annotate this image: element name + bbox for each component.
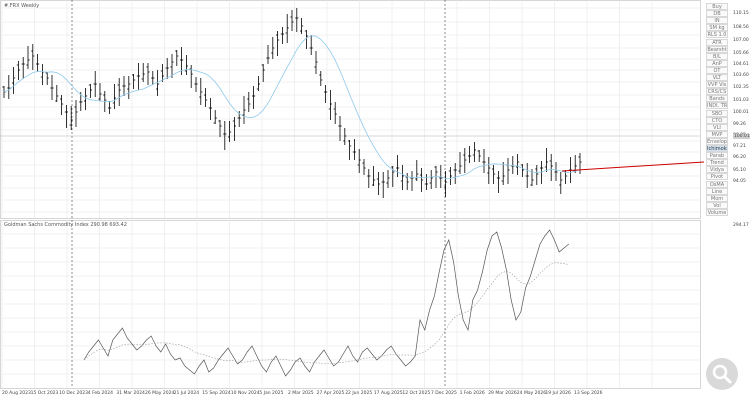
time-axis-label: 31 Mar 2024 [116, 391, 145, 396]
indicator-button[interactable]: OT [706, 66, 728, 74]
time-axis-label: 19 Jul 2026 [545, 391, 571, 396]
price-scale-label: 95.10 [733, 168, 746, 173]
indicator-button[interactable]: VLI [706, 123, 728, 131]
time-axis-label: 22 Jun 2025 [345, 391, 373, 396]
indicator-scale-label: 294.17 [733, 223, 749, 228]
time-axis-label: 10 Dec 2023 [59, 391, 88, 396]
indicator-button[interactable]: Ichimoku [706, 145, 728, 152]
commodity-index-line [83, 229, 570, 377]
indicator-button[interactable]: CRS/CS [706, 88, 728, 96]
indicator-button[interactable]: Parab [706, 152, 728, 160]
indicator-button[interactable]: Mom [706, 194, 728, 202]
time-axis-label: 13 Sep 2026 [574, 391, 603, 396]
commodity-index-signal-line [83, 262, 569, 364]
indicator-button[interactable]: Vidya [706, 166, 728, 174]
price-scale-label: 99.26 [733, 122, 746, 127]
time-axis-label: 12 Oct 2025 [402, 391, 431, 396]
time-axis-label: 21 Jul 2024 [173, 391, 200, 396]
indicator-button[interactable]: OsMA [706, 180, 728, 188]
price-scale-label: 97.21 [733, 144, 746, 149]
indicator-button[interactable]: Buy [706, 3, 728, 10]
price-scale-label: 103.60 [733, 73, 749, 78]
indicator-button[interactable]: Line [706, 187, 728, 195]
time-axis-label: 17 Aug 2025 [373, 391, 403, 396]
indicator-button[interactable]: Bearsht [706, 45, 728, 53]
indicator-button[interactable]: Volume [706, 208, 728, 216]
main-chart-title: #.FRX Weekly [4, 3, 40, 9]
price-scale-label: 107.00 [733, 38, 749, 43]
indicator-button[interactable]: Pivot [706, 173, 728, 181]
current-price-badge: 100.01 [733, 134, 750, 139]
indicator-button[interactable]: VVP Vis [706, 81, 728, 89]
indicator-button[interactable]: CTO [706, 116, 728, 124]
time-axis-label: 15 Oct 2023 [30, 391, 59, 396]
time-axis-label: 20 Aug 2023 [2, 391, 31, 396]
indicator-button[interactable]: Envelop [706, 137, 728, 145]
price-scale-label: 104.61 [733, 62, 749, 67]
indicator-button[interactable]: SM kg [706, 24, 728, 32]
price-scale-label: 108.56 [733, 25, 749, 30]
time-axis-label: 24 May 2026 [516, 391, 547, 396]
time-axis-label: 29 Mar 2026 [488, 391, 517, 396]
price-chart[interactable] [0, 0, 750, 400]
chart-window: #.FRX Weekly Goldman Sachs Commodity Ind… [0, 0, 750, 400]
time-axis-label: 7 Dec 2025 [431, 391, 457, 396]
magnifier-icon[interactable] [706, 358, 738, 390]
indicator-title: Goldman Sachs Commodity Index 290.98 693… [4, 222, 127, 228]
main-pane-frame [0, 0, 701, 219]
time-axis-label: 26 May 2024 [145, 391, 175, 396]
price-scale-label: 94.05 [733, 179, 746, 184]
indicator-button[interactable]: AnP [706, 59, 728, 67]
indicator-button[interactable]: ATR [706, 38, 728, 46]
indicator-button[interactable]: VLT [706, 74, 728, 81]
indicator-button[interactable]: RLS 1.0 [706, 31, 728, 39]
time-axis-label: 2 Mar 2025 [288, 391, 314, 396]
indicator-button[interactable]: B/L [706, 52, 728, 60]
time-axis-label: 1 Feb 2026 [459, 391, 485, 396]
trend-line [561, 161, 705, 172]
price-scale-label: 96.20 [733, 155, 746, 160]
time-axis-label: 27 Apr 2025 [316, 391, 345, 396]
price-scale-label: 101.03 [733, 98, 749, 103]
indicator-button[interactable]: IN [706, 17, 728, 25]
indicator-button[interactable]: Bands [706, 95, 728, 103]
time-axis-label: 5 Jan 2025 [259, 391, 284, 396]
indicator-pane-frame [0, 220, 701, 389]
price-scale-label: 105.66 [733, 51, 749, 56]
indicator-button[interactable]: MVP [706, 130, 728, 138]
indicator-button[interactable]: Trend [706, 159, 728, 167]
price-scale-label: 110.15 [733, 11, 749, 16]
indicator-button[interactable]: INDI. TRACK [706, 102, 728, 110]
price-scale-label: 100.01 [733, 110, 749, 115]
time-axis-label: 4 Feb 2024 [87, 391, 113, 396]
indicator-button[interactable]: DB [706, 10, 728, 18]
time-axis-label: 15 Sep 2024 [202, 391, 231, 396]
indicator-button[interactable]: SBO [706, 109, 728, 117]
time-axis-label: 10 Nov 2024 [230, 391, 260, 396]
indicator-button[interactable]: Vol [706, 201, 728, 209]
price-scale-label: 102.35 [733, 85, 749, 90]
